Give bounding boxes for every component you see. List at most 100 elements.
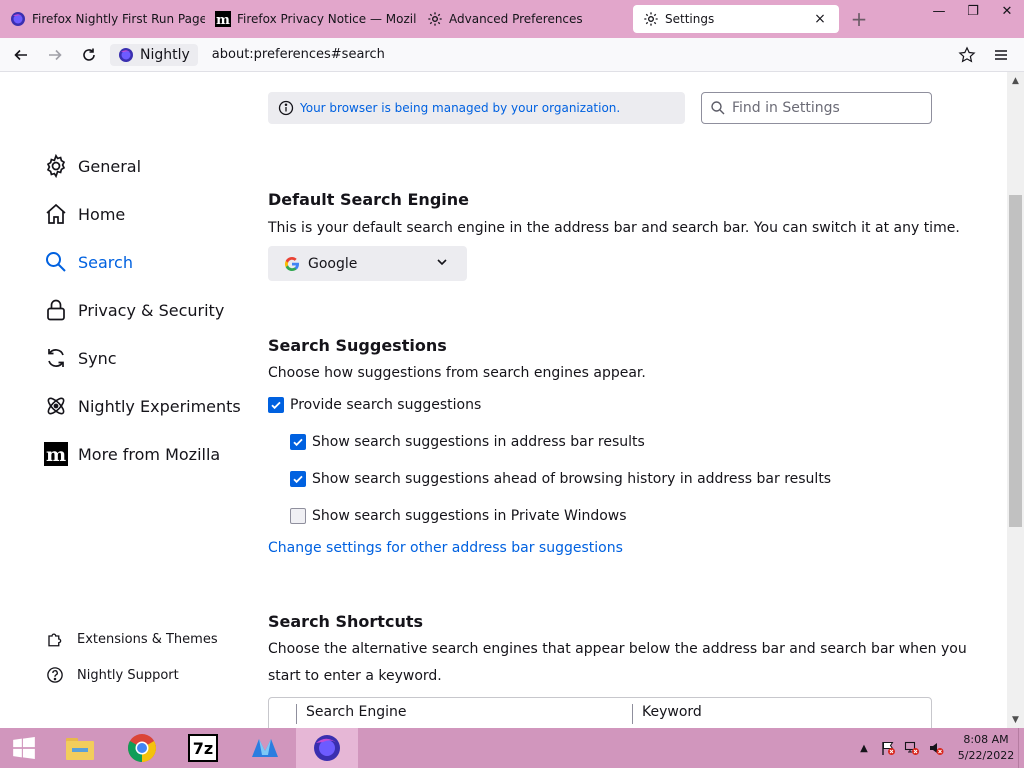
google-icon [284,256,299,271]
column-header-search-engine[interactable]: Search Engine [306,704,407,720]
taskbar-app[interactable] [234,728,296,768]
7zip-icon: 7z [188,734,218,762]
forward-button[interactable] [38,40,72,70]
sidebar-item-label: General [78,156,142,176]
search-shortcuts-heading: Search Shortcuts [268,612,423,631]
identity-label: Nightly [140,46,190,63]
sidebar-item-label: Privacy & Security [78,300,225,320]
mozilla-m-icon: m [44,442,68,466]
sidebar-extensions-themes[interactable]: Extensions & Themes [46,621,218,657]
help-icon [46,666,64,684]
sidebar-item-general[interactable]: General [44,142,241,190]
search-icon [711,101,725,115]
taskbar-file-explorer[interactable] [48,728,112,768]
puzzle-icon [46,630,64,648]
find-in-settings-input[interactable]: Find in Settings [701,92,932,124]
column-header-keyword[interactable]: Keyword [642,704,702,720]
home-icon [44,202,68,226]
sidebar-item-experiments[interactable]: Nightly Experiments [44,382,241,430]
tray-volume-muted-icon[interactable] [924,740,948,756]
tab-title: Settings [665,12,715,26]
selected-engine: Google [308,255,358,272]
forward-arrow-icon [49,49,62,60]
checkbox-checked[interactable] [290,471,306,487]
find-placeholder: Find in Settings [732,100,840,116]
sidebar-item-more-from-mozilla[interactable]: m More from Mozilla [44,430,241,478]
sidebar-item-label: Home [78,204,126,224]
checkbox-label: Show search suggestions in address bar r… [312,434,645,450]
file-explorer-icon [66,738,94,760]
search-shortcuts-description-line2: start to enter a keyword. [268,668,442,684]
search-suggestions-description: Choose how suggestions from search engin… [268,365,646,381]
scroll-down-arrow-icon[interactable]: ▼ [1007,711,1024,728]
taskbar-7zip[interactable]: 7z [172,728,234,768]
address-bar-settings-link[interactable]: Change settings for other address bar su… [268,540,623,556]
minimize-button[interactable]: — [922,0,956,22]
reload-button[interactable] [72,40,106,70]
settings-page: Your browser is being managed by your or… [0,72,1007,728]
suggestions-ahead-checkbox[interactable]: Show search suggestions ahead of browsin… [290,471,831,487]
app-menu-button[interactable] [984,40,1018,70]
chevron-down-icon [437,259,447,266]
sync-icon [44,346,68,370]
category-sidebar: General Home Search Privacy & Security S… [44,142,241,478]
bookmark-star-button[interactable] [950,40,984,70]
scroll-up-arrow-icon[interactable]: ▲ [1007,72,1024,89]
tray-flag-icon[interactable] [876,740,900,756]
back-button[interactable] [4,40,38,70]
provide-suggestions-checkbox[interactable]: Provide search suggestions [268,397,481,413]
checkbox-checked[interactable] [290,434,306,450]
sidebar-item-home[interactable]: Home [44,190,241,238]
sidebar-item-search[interactable]: Search [44,238,241,286]
back-arrow-icon [14,49,27,60]
lock-icon [44,298,68,322]
start-button[interactable] [0,728,48,768]
tab-advanced-preferences[interactable]: Advanced Preferences [417,0,629,38]
tray-network-icon[interactable] [900,740,924,756]
close-tab-icon[interactable]: × [811,11,829,27]
sidebar-item-label: Sync [78,348,117,368]
url-bar[interactable]: Nightly about:preferences#search [110,40,950,70]
checkbox-label: Show search suggestions in Private Windo… [312,508,627,524]
new-tab-button[interactable]: + [839,0,879,38]
info-icon [278,100,294,116]
search-icon [44,250,68,274]
app-icon [252,739,278,757]
address-bar-suggestions-checkbox[interactable]: Show search suggestions in address bar r… [290,434,645,450]
checkbox-checked[interactable] [268,397,284,413]
maximize-button[interactable]: ❐ [956,0,990,22]
window-controls: — ❐ ✕ [922,0,1024,22]
taskbar-chrome[interactable] [112,728,172,768]
nightly-icon [10,11,26,27]
tab-title: Firefox Privacy Notice — Mozilla [237,12,417,26]
identity-box[interactable]: Nightly [110,43,198,66]
gear-icon [643,11,659,27]
windows-start-icon [13,736,35,760]
taskbar-firefox-nightly[interactable] [296,728,358,768]
system-clock[interactable]: 8:08 AM 5/22/2022 [954,732,1018,764]
url-text[interactable]: about:preferences#search [212,47,385,62]
tray-chevron-up-icon[interactable]: ▲ [852,743,876,754]
show-desktop-button[interactable] [1018,728,1024,768]
sidebar-item-label: More from Mozilla [78,444,221,464]
clock-time: 8:08 AM [963,733,1009,746]
clock-date: 5/22/2022 [957,749,1015,762]
tab-settings[interactable]: Settings × [633,5,839,33]
scrollbar-thumb[interactable] [1009,195,1022,527]
vertical-scrollbar[interactable]: ▲ ▼ [1007,72,1024,728]
sidebar-nightly-support[interactable]: Nightly Support [46,657,218,693]
policy-notice[interactable]: Your browser is being managed by your or… [268,92,685,124]
column-separator [632,704,633,724]
private-windows-suggestions-checkbox[interactable]: Show search suggestions in Private Windo… [290,508,627,524]
reload-icon [83,48,95,61]
sidebar-item-sync[interactable]: Sync [44,334,241,382]
tab-privacy-notice[interactable]: m Firefox Privacy Notice — Mozilla [205,0,417,38]
checkbox-unchecked[interactable] [290,508,306,524]
policy-notice-text: Your browser is being managed by your or… [300,101,621,115]
column-separator [296,704,297,724]
sidebar-footer: Extensions & Themes Nightly Support [46,621,218,693]
default-engine-select[interactable]: Google [268,246,467,281]
close-window-button[interactable]: ✕ [990,0,1024,22]
tab-nightly-first-run[interactable]: Firefox Nightly First Run Page [0,0,205,38]
sidebar-item-privacy[interactable]: Privacy & Security [44,286,241,334]
